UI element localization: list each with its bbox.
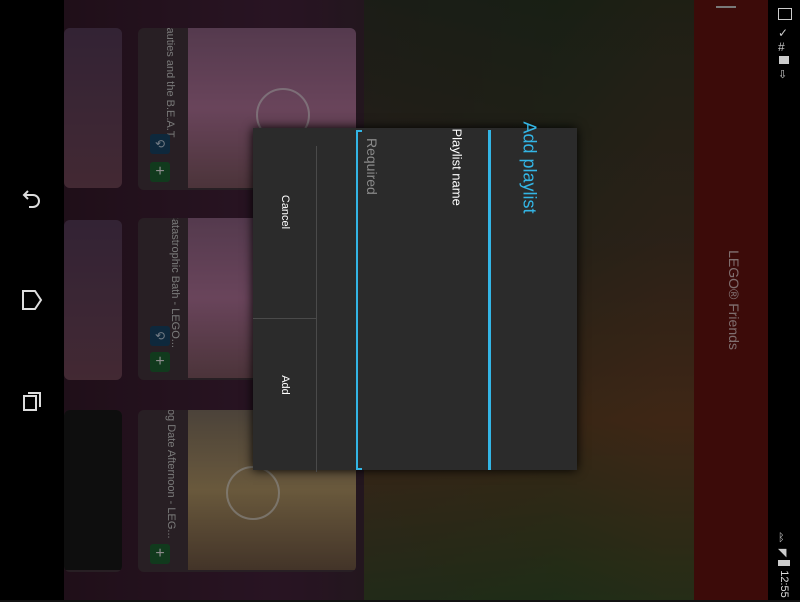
button-bar-divider xyxy=(316,146,317,472)
check-icon: ✓ xyxy=(778,26,789,40)
navigation-bar xyxy=(0,0,64,600)
add-button[interactable]: Add xyxy=(253,319,316,470)
playlist-name-placeholder: Required xyxy=(364,138,380,195)
recent-apps-icon xyxy=(23,392,41,411)
cancel-button-label: Cancel xyxy=(279,194,291,230)
add-button-label: Add xyxy=(279,375,291,395)
status-bar: ✓ # ⇩ ᛒ ◥ 12:55 xyxy=(768,0,800,600)
recent-apps-button[interactable] xyxy=(12,382,52,422)
download-status-icon: ⇩ xyxy=(778,69,788,81)
back-button[interactable] xyxy=(12,180,52,220)
dialog-title: Add playlist xyxy=(519,121,540,214)
bluetooth-icon: ᛒ xyxy=(778,532,785,544)
wifi-icon: ◥ xyxy=(778,547,787,559)
sd-card-icon xyxy=(779,56,789,64)
input-underline xyxy=(356,130,358,470)
back-icon xyxy=(22,190,40,208)
dialog-title-divider xyxy=(488,130,491,470)
playlist-name-input[interactable]: Required xyxy=(356,130,386,470)
hash-icon: # xyxy=(778,40,785,54)
home-button[interactable] xyxy=(12,280,52,320)
clock: 12:55 xyxy=(778,570,790,598)
playlist-name-label: Playlist name xyxy=(449,128,465,206)
input-underline-cap xyxy=(358,468,362,470)
input-underline-cap xyxy=(358,130,362,132)
cancel-button[interactable]: Cancel xyxy=(253,146,316,318)
notification-icon xyxy=(778,8,792,20)
home-icon xyxy=(22,290,43,310)
